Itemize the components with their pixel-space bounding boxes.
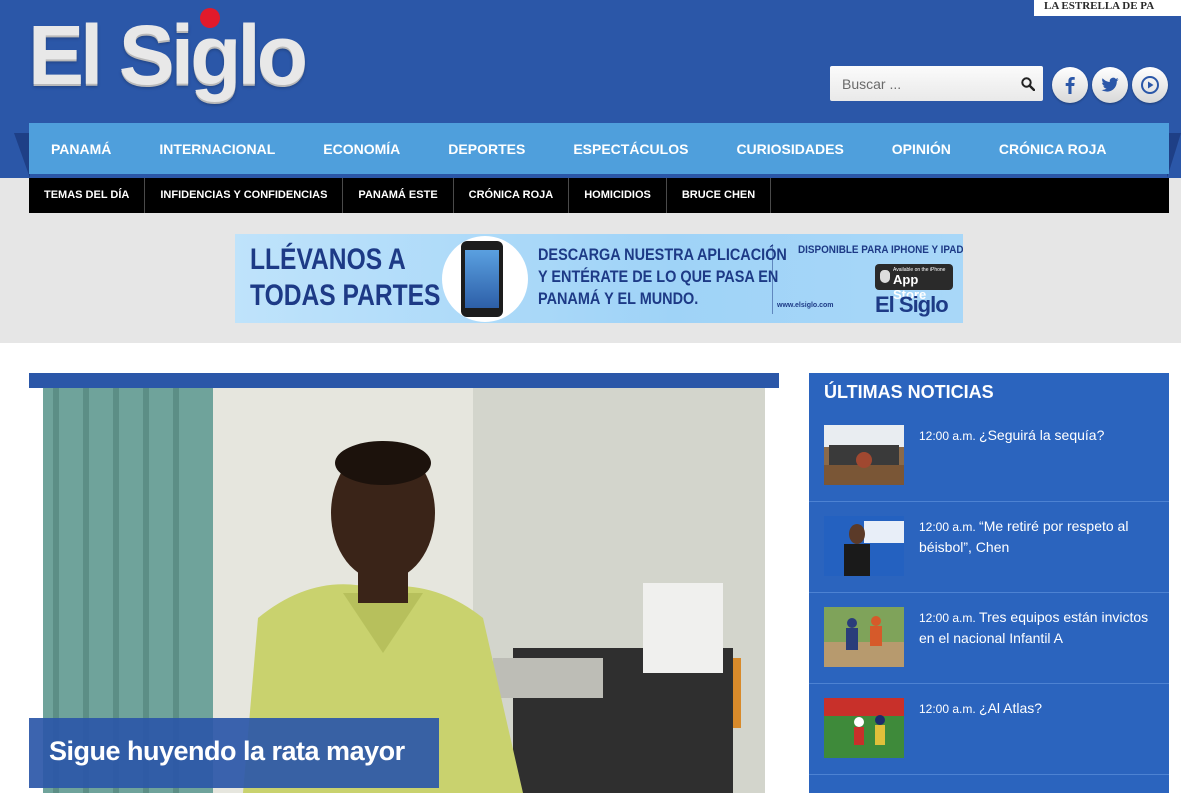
facebook-icon (1065, 77, 1075, 94)
youtube-button[interactable] (1132, 67, 1168, 103)
banner-message-line3: PANAMÁ Y EL MUNDO. (538, 289, 699, 308)
nav-item-internacional[interactable]: INTERNACIONAL (159, 141, 275, 157)
partner-link[interactable]: LA ESTRELLA DE PA (1034, 0, 1181, 16)
list-item[interactable]: 12:00 a.m. ¿Al Atlas? (809, 684, 1169, 775)
news-thumbnail[interactable] (824, 425, 904, 485)
news-thumbnail[interactable] (824, 698, 904, 758)
play-icon (1141, 76, 1159, 94)
news-title[interactable]: ¿Al Atlas? (979, 700, 1042, 716)
news-thumbnail-image (824, 516, 904, 576)
feature-top-bar (29, 373, 779, 388)
news-time: 12:00 a.m. (919, 520, 980, 534)
topic-infidencias[interactable]: INFIDENCIAS Y CONFIDENCIAS (145, 178, 344, 213)
topics-bar: TEMAS DEL DÍA INFIDENCIAS Y CONFIDENCIAS… (29, 178, 1169, 213)
banner-url: www.elsiglo.com (777, 302, 834, 309)
topic-panama-este[interactable]: PANAMÁ ESTE (343, 178, 454, 213)
nav-ribbon-right (1167, 133, 1181, 178)
news-thumbnail-image (824, 425, 904, 485)
phone-screen (465, 250, 499, 308)
topics-label: TEMAS DEL DÍA (29, 178, 146, 213)
news-thumbnail-image (824, 698, 904, 758)
topic-bruce-chen[interactable]: BRUCE CHEN (667, 178, 772, 213)
feature-headline[interactable]: Sigue huyendo la rata mayor (49, 736, 405, 767)
news-time: 12:00 a.m. (919, 611, 980, 625)
sidebar-title: ÚLTIMAS NOTICIAS (824, 382, 994, 402)
app-store-badge[interactable]: Available on the iPhone App Store (875, 264, 953, 302)
logo-text: El Siglo (28, 8, 308, 102)
news-thumbnail[interactable] (824, 516, 904, 576)
banner-availability: DISPONIBLE PARA IPHONE Y IPAD . (798, 244, 963, 256)
topic-homicidios[interactable]: HOMICIDIOS (569, 178, 667, 213)
news-time: 12:00 a.m. (919, 702, 980, 716)
news-text[interactable]: 12:00 a.m. ¿Seguirá la sequía? (919, 425, 1159, 446)
list-item[interactable]: 12:00 a.m. Tres equipos están invictos e… (809, 593, 1169, 684)
news-text[interactable]: 12:00 a.m. “Me retiré por respeto al béi… (919, 516, 1159, 557)
apple-icon (880, 270, 890, 283)
search-box (830, 66, 1043, 101)
search-icon (1020, 76, 1035, 91)
logo-red-dot (200, 8, 220, 28)
banner-headline-line2: TODAS PARTES (250, 279, 441, 312)
banner-headline-line1: LLÉVANOS A (250, 243, 406, 276)
nav-item-cronica-roja[interactable]: CRÓNICA ROJA (999, 141, 1107, 157)
nav-ribbon-left (14, 133, 30, 178)
banner-message: DESCARGA NUESTRA APLICACIÓN Y ENTÉRATE D… (538, 244, 787, 310)
news-time: 12:00 a.m. (919, 429, 980, 443)
news-title[interactable]: ¿Seguirá la sequía? (979, 427, 1104, 443)
news-text[interactable]: 12:00 a.m. Tres equipos están invictos e… (919, 607, 1159, 648)
banner-message-line1: DESCARGA NUESTRA APLICACIÓN (538, 245, 787, 264)
nav-item-panama[interactable]: PANAMÁ (51, 141, 111, 157)
nav-item-economia[interactable]: ECONOMÍA (323, 141, 400, 157)
banner-divider (772, 244, 773, 314)
nav-item-espectaculos[interactable]: ESPECTÁCULOS (573, 141, 688, 157)
twitter-button[interactable] (1092, 67, 1128, 103)
nav-item-curiosidades[interactable]: CURIOSIDADES (736, 141, 843, 157)
app-ad-banner[interactable]: LLÉVANOS A TODAS PARTES DESCARGA NUESTRA… (235, 234, 963, 323)
banner-message-line2: Y ENTÉRATE DE LO QUE PASA EN (538, 267, 779, 286)
banner-headline: LLÉVANOS A TODAS PARTES (250, 242, 440, 314)
banner-logo: El Siglo (875, 292, 949, 317)
latest-news-sidebar: ÚLTIMAS NOTICIAS 12:00 a.m. ¿Seguirá la … (809, 373, 1169, 793)
news-text[interactable]: 12:00 a.m. ¿Al Atlas? (919, 698, 1159, 719)
twitter-icon (1101, 77, 1119, 92)
site-logo[interactable]: El Siglo (28, 0, 308, 110)
facebook-button[interactable] (1052, 67, 1088, 103)
nav-item-deportes[interactable]: DEPORTES (448, 141, 525, 157)
search-button[interactable] (1012, 66, 1043, 101)
news-thumbnail-image (824, 607, 904, 667)
main-nav: PANAMÁ INTERNACIONAL ECONOMÍA DEPORTES E… (29, 123, 1169, 174)
nav-item-opinion[interactable]: OPINIÓN (892, 141, 951, 157)
news-thumbnail[interactable] (824, 607, 904, 667)
list-item[interactable]: 12:00 a.m. ¿Seguirá la sequía? (809, 411, 1169, 502)
topic-cronica-roja[interactable]: CRÓNICA ROJA (454, 178, 570, 213)
list-item[interactable]: 12:00 a.m. “Me retiré por respeto al béi… (809, 502, 1169, 593)
feature-headline-box[interactable]: Sigue huyendo la rata mayor (29, 718, 439, 788)
search-input[interactable] (830, 66, 1010, 101)
